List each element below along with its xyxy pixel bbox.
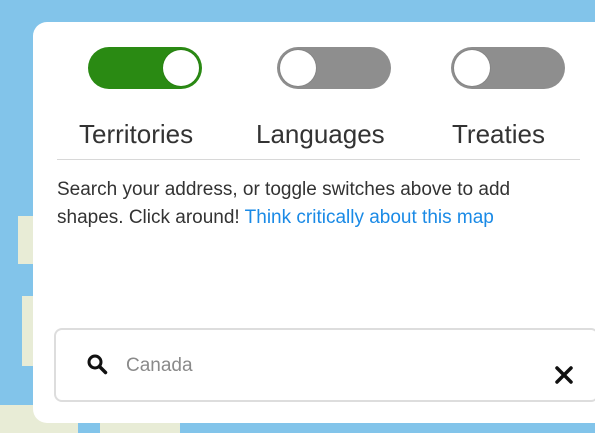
- territories-switch[interactable]: [88, 47, 202, 89]
- search-input[interactable]: [124, 350, 508, 382]
- treaties-label[interactable]: Treaties: [452, 119, 545, 150]
- instructions-text: Search your address, or toggle switches …: [57, 176, 569, 232]
- think-critically-link[interactable]: Think critically about this map: [245, 207, 494, 228]
- switch-knob: [280, 50, 316, 86]
- map-controls-panel: Territories Languages Treaties Search yo…: [33, 22, 595, 423]
- switch-knob: [163, 50, 199, 86]
- treaties-switch[interactable]: [451, 47, 565, 89]
- search-box[interactable]: [54, 328, 595, 402]
- layer-toggles: Territories Languages Treaties: [33, 22, 595, 182]
- divider: [57, 159, 580, 160]
- languages-switch[interactable]: [277, 47, 391, 89]
- switch-knob: [454, 50, 490, 86]
- search-icon[interactable]: [86, 353, 108, 375]
- clear-search-icon[interactable]: [555, 366, 573, 384]
- languages-label[interactable]: Languages: [256, 119, 385, 150]
- territories-label[interactable]: Territories: [79, 119, 193, 150]
